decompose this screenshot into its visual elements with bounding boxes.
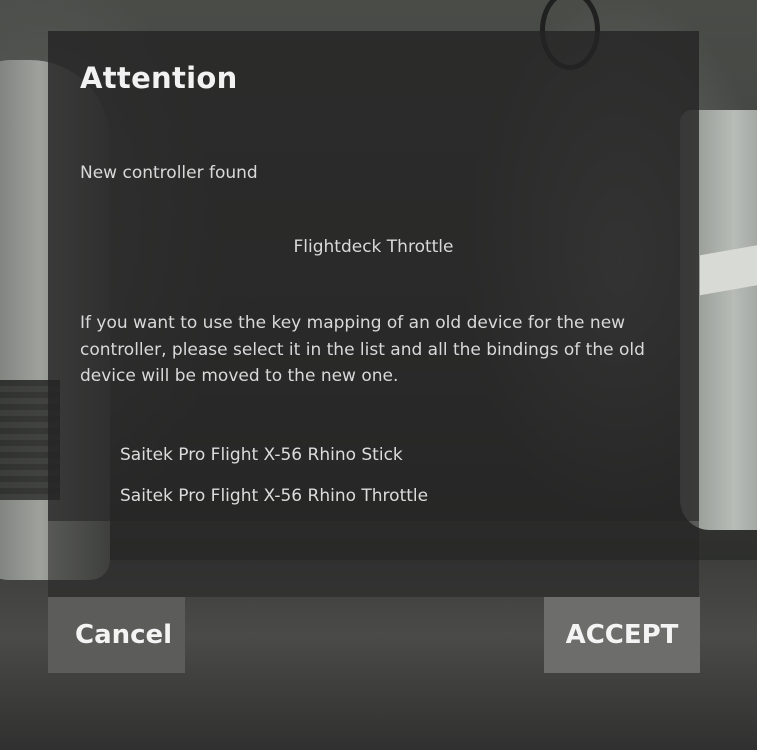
dialog-message: If you want to use the key mapping of an…: [80, 313, 645, 386]
dialog-title: Attention: [80, 61, 238, 95]
attention-dialog: Attention New controller found Flightdec…: [48, 31, 699, 521]
old-device-list: Saitek Pro Flight X-56 Rhino Stick Saite…: [120, 443, 428, 525]
dialog-footer: [48, 521, 699, 597]
dialog-subtitle: New controller found: [80, 163, 258, 183]
cancel-button[interactable]: Cancel: [48, 597, 185, 673]
old-device-item[interactable]: Saitek Pro Flight X-56 Rhino Throttle: [120, 484, 428, 525]
game-screen: Attention New controller found Flightdec…: [0, 0, 757, 750]
old-device-item[interactable]: Saitek Pro Flight X-56 Rhino Stick: [120, 443, 428, 484]
accept-button[interactable]: ACCEPT: [544, 597, 700, 673]
new-device-name: Flightdeck Throttle: [293, 237, 454, 257]
